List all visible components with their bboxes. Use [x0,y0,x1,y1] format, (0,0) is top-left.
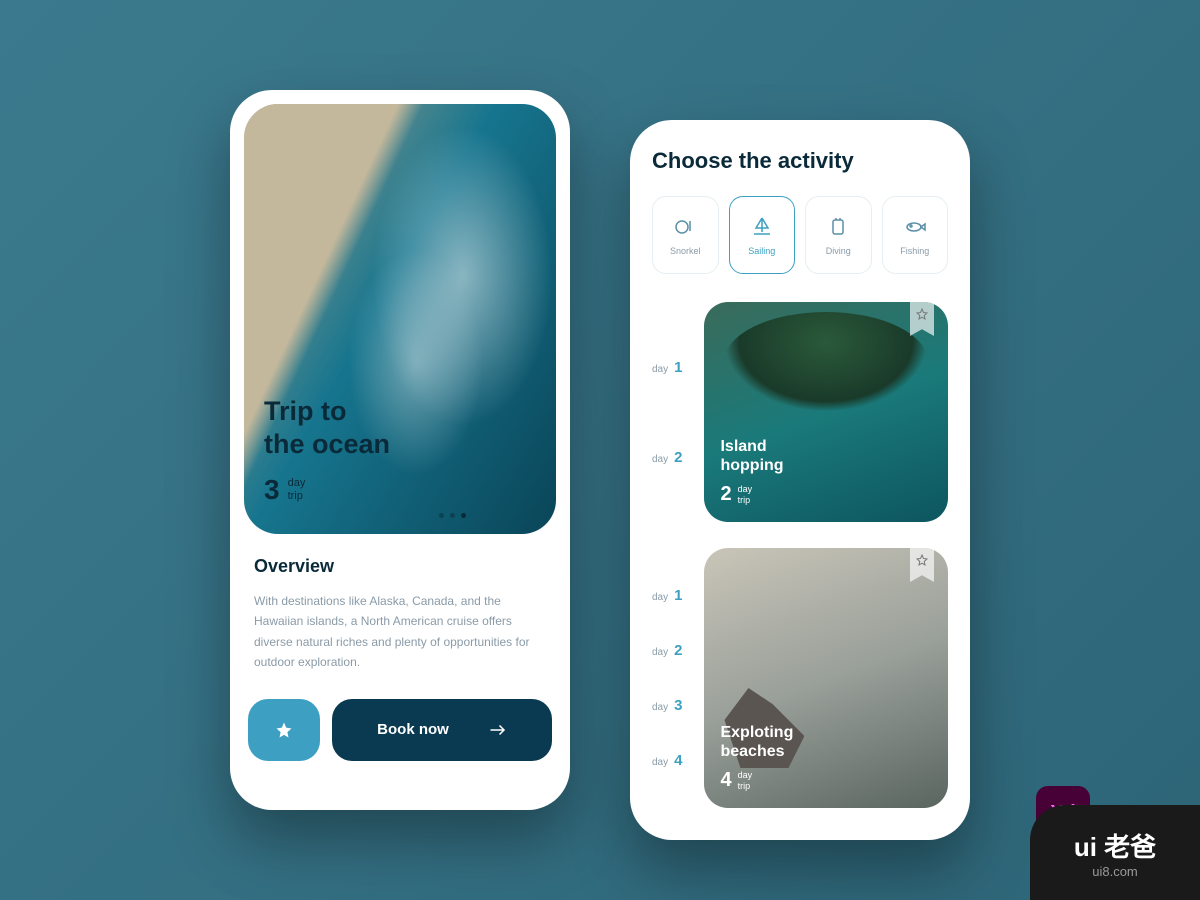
card-subtitle: 2 day trip [720,483,783,506]
dot[interactable] [450,513,455,518]
action-row: Book now [244,699,556,761]
carousel-dots[interactable] [439,513,466,518]
overview-body: With destinations like Alaska, Canada, a… [254,591,546,673]
trip-card-exploring-beaches[interactable]: Exploting beaches 4 day trip [704,548,948,808]
hero-title: Trip to the ocean [264,395,390,460]
day-column: day 1 day 2 [652,302,682,522]
day-item[interactable]: day 2 [652,642,682,659]
card-subtitle: 4 day trip [720,769,793,792]
hero-image: Trip to the ocean 3 day trip [244,104,556,534]
card-content: Island hopping 2 day trip [720,437,783,506]
activity-tabs: Snorkel Sailing Diving Fishing [652,196,948,274]
bookmark-icon[interactable] [910,302,934,336]
island-art [724,312,928,412]
trip-row: day 1 day 2 day 3 day 4 Explo [652,548,948,808]
activity-fishing[interactable]: Fishing [882,196,949,274]
day-item[interactable]: day 1 [652,359,682,376]
hero-title-line2: the ocean [264,428,390,460]
sailing-icon [749,214,775,240]
bookmark-icon[interactable] [910,548,934,582]
hero-subtitle: 3 day trip [264,474,390,506]
card-content: Exploting beaches 4 day trip [720,723,793,792]
day-column: day 1 day 2 day 3 day 4 [652,548,682,808]
activity-snorkel[interactable]: Snorkel [652,196,719,274]
activity-label: Snorkel [670,246,701,256]
snorkel-icon [672,214,698,240]
book-label: Book now [377,721,449,738]
book-now-button[interactable]: Book now [332,699,552,761]
choose-activity-title: Choose the activity [652,148,948,174]
ui8-badge: ui 老爸 ui8.com [1030,805,1200,900]
day-item[interactable]: day 4 [652,752,682,769]
dot[interactable] [439,513,444,518]
ui8-sub-text: ui8.com [1092,864,1138,879]
favorite-button[interactable] [248,699,320,761]
day-item[interactable]: day 2 [652,449,682,466]
overview-heading: Overview [254,556,546,577]
trip-row: day 1 day 2 Island hopping 2 [652,302,948,522]
phone-activity-list: Choose the activity Snorkel Sailing Divi… [630,120,970,840]
diving-icon [825,214,851,240]
hero-content: Trip to the ocean 3 day trip [264,395,390,506]
activity-label: Fishing [900,246,929,256]
activity-label: Sailing [748,246,775,256]
star-icon [275,721,293,739]
activity-diving[interactable]: Diving [805,196,872,274]
trip-card-island-hopping[interactable]: Island hopping 2 day trip [704,302,948,522]
card-title: Island hopping [720,437,783,475]
hero-day-count: 3 [264,474,280,506]
fishing-icon [902,214,928,240]
day-item[interactable]: day 3 [652,697,682,714]
ui8-main-text: ui 老爸 [1074,827,1156,864]
dot-active[interactable] [461,513,466,518]
day-item[interactable]: day 1 [652,587,682,604]
hero-day-unit: day trip [288,477,306,503]
overview-section: Overview With destinations like Alaska, … [244,534,556,673]
arrow-right-icon [489,724,507,736]
phone-trip-detail: Trip to the ocean 3 day trip Overview Wi… [230,90,570,810]
activity-sailing[interactable]: Sailing [729,196,796,274]
hero-title-line1: Trip to [264,395,390,427]
card-title: Exploting beaches [720,723,793,761]
activity-label: Diving [826,246,851,256]
